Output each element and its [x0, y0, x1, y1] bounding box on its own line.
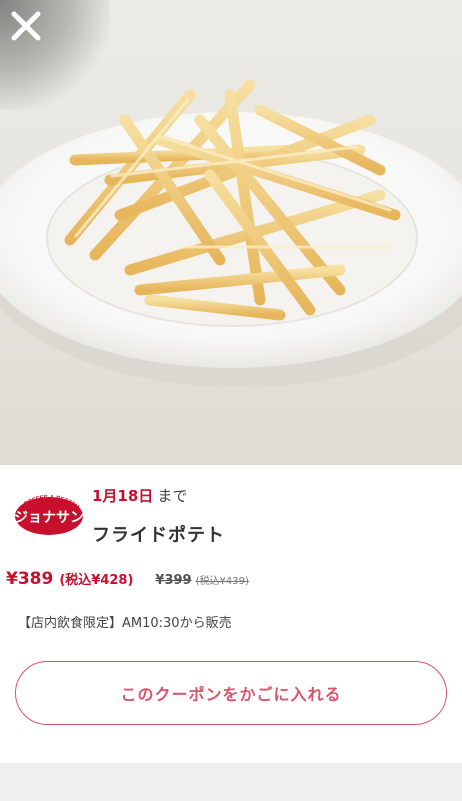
coupon-info: COFFEE & RESTAURANT ジョナサン 1月18日まで フライドポテ…	[0, 465, 462, 763]
expiry-suffix: まで	[157, 487, 188, 505]
add-to-cart-button[interactable]: このクーポンをかごに入れる	[15, 661, 447, 725]
original-price-with-tax: (税込¥439)	[195, 576, 249, 587]
close-button[interactable]	[6, 6, 46, 46]
expiry-text: 1月18日 まで	[92, 485, 187, 506]
original-price: ¥399	[155, 573, 192, 588]
product-name: フライドポテト	[92, 525, 225, 546]
availability-note: 【店内飲食限定】AM10:30から販売	[18, 616, 232, 631]
product-photo	[0, 0, 462, 465]
coupon-price: ¥389	[6, 569, 54, 589]
footer-band	[0, 763, 462, 801]
close-icon	[11, 11, 41, 41]
expiry-date: 1月18日	[92, 487, 154, 505]
coupon-price-with-tax: (税込¥428)	[59, 573, 134, 588]
logo-name: ジョナサン	[14, 510, 84, 526]
restaurant-logo: COFFEE & RESTAURANT ジョナサン	[12, 488, 84, 536]
price-row: ¥389 (税込¥428) ¥399 (税込¥439)	[6, 569, 249, 589]
